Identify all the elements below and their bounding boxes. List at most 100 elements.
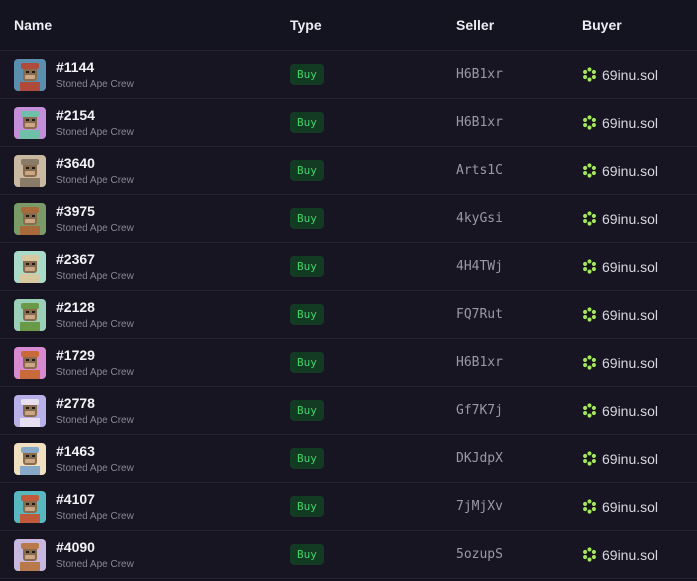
table-row[interactable]: #1144 Stoned Ape Crew Buy H6B1xr 69inu.s… <box>0 51 697 99</box>
nft-avatar[interactable] <box>14 298 46 331</box>
type-badge: Buy <box>290 352 324 373</box>
collection-name: Stoned Ape Crew <box>56 510 134 522</box>
buyer-badge-icon <box>583 499 596 514</box>
buyer-link[interactable]: 69inu.sol <box>582 307 658 323</box>
collection-name: Stoned Ape Crew <box>56 558 134 570</box>
seller-address[interactable]: Gf7K7j <box>456 403 503 418</box>
nft-id[interactable]: #3975 <box>56 203 134 220</box>
name-cell: #3640 Stoned Ape Crew <box>14 147 134 194</box>
name-cell: #2154 Stoned Ape Crew <box>14 99 134 146</box>
seller-address[interactable]: H6B1xr <box>456 115 503 130</box>
type-badge: Buy <box>290 448 324 469</box>
seller-address[interactable]: H6B1xr <box>456 355 503 370</box>
seller-address[interactable]: 4H4TWj <box>456 259 503 274</box>
collection-name: Stoned Ape Crew <box>56 318 134 330</box>
nft-avatar[interactable] <box>14 394 46 427</box>
seller-cell: H6B1xr <box>456 51 503 98</box>
type-cell: Buy <box>290 147 324 194</box>
seller-address[interactable]: 4kyGsi <box>456 211 503 226</box>
nft-id[interactable]: #1463 <box>56 443 134 460</box>
buyer-badge-icon <box>583 403 596 418</box>
nft-id[interactable]: #4090 <box>56 539 134 556</box>
table-row[interactable]: #3640 Stoned Ape Crew Buy Arts1C 69inu.s… <box>0 147 697 195</box>
table-row[interactable]: #1729 Stoned Ape Crew Buy H6B1xr 69inu.s… <box>0 339 697 387</box>
table-row[interactable]: #2367 Stoned Ape Crew Buy 4H4TWj 69inu.s… <box>0 243 697 291</box>
header-name[interactable]: Name <box>14 0 52 50</box>
seller-address[interactable]: DKJdpX <box>456 451 503 466</box>
table-row[interactable]: #2128 Stoned Ape Crew Buy FQ7Rut 69inu.s… <box>0 291 697 339</box>
table-row[interactable]: #1463 Stoned Ape Crew Buy DKJdpX 69inu.s… <box>0 435 697 483</box>
nft-avatar[interactable] <box>14 202 46 235</box>
buyer-link[interactable]: 69inu.sol <box>582 403 658 419</box>
seller-cell: 5ozupS <box>456 531 503 578</box>
nft-avatar[interactable] <box>14 106 46 139</box>
buyer-name: 69inu.sol <box>602 210 659 227</box>
buyer-link[interactable]: 69inu.sol <box>582 211 658 227</box>
buyer-badge-icon <box>583 355 596 370</box>
nft-avatar[interactable] <box>14 154 46 187</box>
header-seller[interactable]: Seller <box>456 0 494 50</box>
buyer-link[interactable]: 69inu.sol <box>582 67 658 83</box>
type-badge: Buy <box>290 208 324 229</box>
buyer-link[interactable]: 69inu.sol <box>582 115 658 131</box>
buyer-link[interactable]: 69inu.sol <box>582 547 658 563</box>
buyer-cell: 69inu.sol <box>582 195 658 242</box>
nft-id[interactable]: #2778 <box>56 395 134 412</box>
buyer-link[interactable]: 69inu.sol <box>582 451 658 467</box>
type-cell: Buy <box>290 243 324 290</box>
buyer-name: 69inu.sol <box>602 354 659 371</box>
buyer-name: 69inu.sol <box>602 66 659 83</box>
buyer-cell: 69inu.sol <box>582 339 658 386</box>
type-cell: Buy <box>290 291 324 338</box>
table-row[interactable]: #3975 Stoned Ape Crew Buy 4kyGsi 69inu.s… <box>0 195 697 243</box>
nft-avatar[interactable] <box>14 442 46 475</box>
table-row[interactable]: #2154 Stoned Ape Crew Buy H6B1xr 69inu.s… <box>0 99 697 147</box>
buyer-cell: 69inu.sol <box>582 243 658 290</box>
seller-address[interactable]: 5ozupS <box>456 547 503 562</box>
type-badge: Buy <box>290 496 324 517</box>
collection-name: Stoned Ape Crew <box>56 126 134 138</box>
nft-avatar[interactable] <box>14 538 46 571</box>
name-cell: #2128 Stoned Ape Crew <box>14 291 134 338</box>
nft-avatar[interactable] <box>14 346 46 379</box>
nft-id[interactable]: #3640 <box>56 155 134 172</box>
buyer-link[interactable]: 69inu.sol <box>582 259 658 275</box>
nft-avatar[interactable] <box>14 490 46 523</box>
table-row[interactable]: #4090 Stoned Ape Crew Buy 5ozupS 69inu.s… <box>0 531 697 579</box>
table-row[interactable]: #4107 Stoned Ape Crew Buy 7jMjXv 69inu.s… <box>0 483 697 531</box>
name-cell: #2778 Stoned Ape Crew <box>14 387 134 434</box>
type-cell: Buy <box>290 435 324 482</box>
buyer-link[interactable]: 69inu.sol <box>582 163 658 179</box>
nft-id[interactable]: #1729 <box>56 347 134 364</box>
collection-name: Stoned Ape Crew <box>56 414 134 426</box>
seller-address[interactable]: H6B1xr <box>456 67 503 82</box>
nft-id[interactable]: #4107 <box>56 491 134 508</box>
seller-cell: 4kyGsi <box>456 195 503 242</box>
seller-address[interactable]: 7jMjXv <box>456 499 503 514</box>
buyer-badge-icon <box>583 67 596 82</box>
header-seller-label: Seller <box>456 17 495 33</box>
seller-address[interactable]: Arts1C <box>456 163 503 178</box>
name-cell: #2367 Stoned Ape Crew <box>14 243 134 290</box>
table-row[interactable]: #2778 Stoned Ape Crew Buy Gf7K7j 69inu.s… <box>0 387 697 435</box>
collection-name: Stoned Ape Crew <box>56 270 134 282</box>
nft-id[interactable]: #2154 <box>56 107 134 124</box>
header-buyer[interactable]: Buyer <box>582 0 622 50</box>
nft-id[interactable]: #2367 <box>56 251 134 268</box>
header-type[interactable]: Type <box>290 0 322 50</box>
activity-table: Name Type Seller Buyer #1144 Stoned Ape … <box>0 0 697 579</box>
buyer-name: 69inu.sol <box>602 306 659 323</box>
seller-address[interactable]: FQ7Rut <box>456 307 503 322</box>
buyer-link[interactable]: 69inu.sol <box>582 355 658 371</box>
buyer-name: 69inu.sol <box>602 162 659 179</box>
seller-cell: FQ7Rut <box>456 291 503 338</box>
buyer-badge-icon <box>583 211 596 226</box>
nft-id[interactable]: #2128 <box>56 299 134 316</box>
nft-avatar[interactable] <box>14 58 46 91</box>
buyer-cell: 69inu.sol <box>582 147 658 194</box>
nft-avatar[interactable] <box>14 250 46 283</box>
nft-id[interactable]: #1144 <box>56 59 134 76</box>
name-cell: #3975 Stoned Ape Crew <box>14 195 134 242</box>
name-cell: #1144 Stoned Ape Crew <box>14 51 134 98</box>
buyer-link[interactable]: 69inu.sol <box>582 499 658 515</box>
